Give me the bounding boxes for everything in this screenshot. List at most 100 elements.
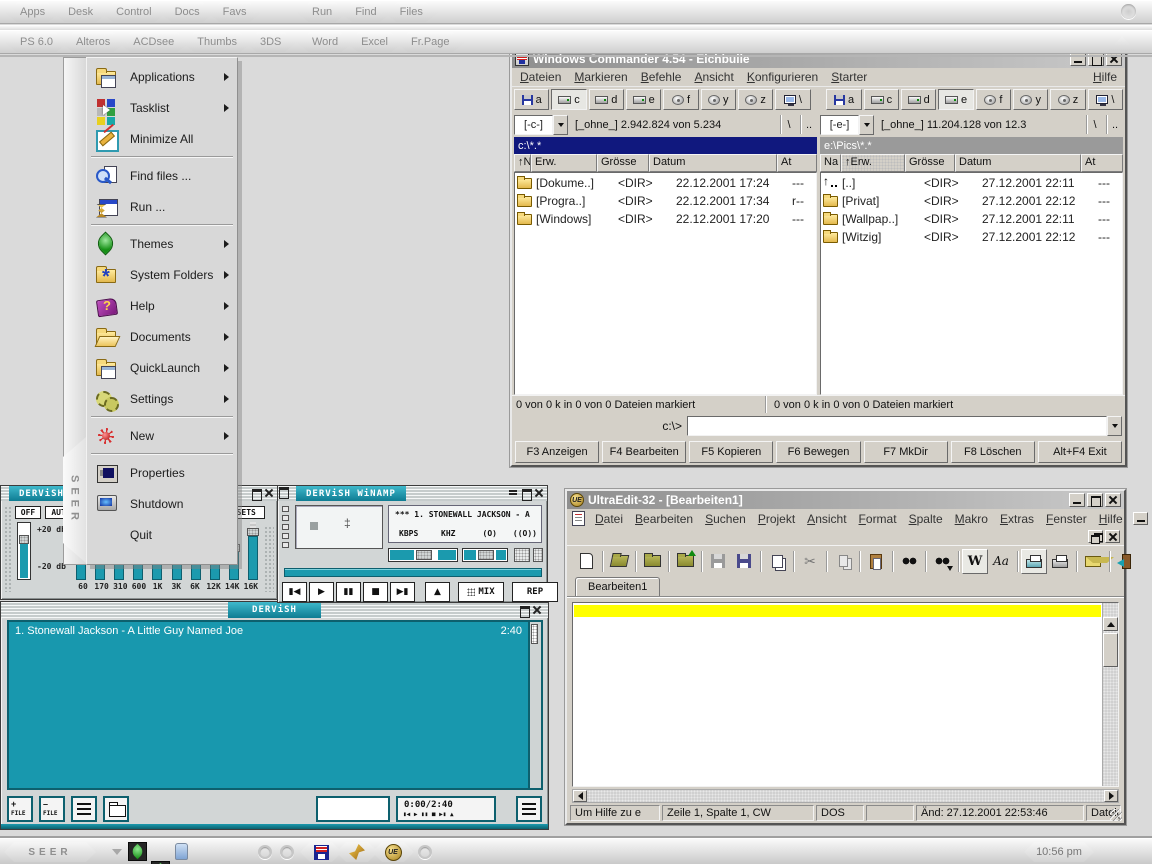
menu-spalte[interactable]: Spalte [907,511,945,527]
tray-glass-icon[interactable] [175,843,188,860]
left-file-list[interactable]: [Dokume..] <DIR> 22.12.2001 17:24 --- [P… [514,172,817,395]
playlist-scrollbar[interactable] [530,620,543,790]
new-file-button[interactable] [573,549,599,574]
start-menu-handle[interactable]: SEER [63,437,86,563]
drive-button-y-right[interactable]: y [1013,89,1048,110]
taskbar-clock[interactable]: 10:56 pm [1024,842,1094,862]
left-root-button[interactable]: \ [780,115,797,134]
pause-button[interactable] [336,582,361,602]
maximize-button[interactable] [1087,493,1103,507]
menu-fenster[interactable]: Fenster [1044,511,1089,527]
menu-item-system-folders[interactable]: System Folders [87,259,237,290]
open-file-button[interactable] [606,549,632,574]
task-winamp[interactable] [336,842,378,862]
drive-button-net-left[interactable]: \ [775,89,810,110]
left-path-bar[interactable]: c:\*.* [514,137,817,154]
horizontal-scrollbar[interactable] [572,789,1119,803]
left-drive-combo[interactable]: [-c-] [514,115,568,135]
right-file-list[interactable]: [..] <DIR> 27.12.2001 22:11 --- [Privat]… [820,172,1123,395]
slider-thumb[interactable] [19,535,29,544]
clutterbar[interactable] [282,506,292,552]
favorites-button[interactable] [672,549,698,574]
close-icon[interactable] [534,488,544,498]
menu-item-tasklist[interactable]: Tasklist [87,92,237,123]
drive-button-d-right[interactable]: d [901,89,936,110]
file-row[interactable]: [Windows] <DIR> 22.12.2001 17:20 --- [517,210,814,228]
menu-format[interactable]: Format [857,511,899,527]
column-header-size[interactable]: Grösse [905,154,955,172]
menu-befehle[interactable]: Befehle [639,69,684,85]
f8-loeschen-button[interactable]: F8 Löschen [951,441,1035,463]
menu-item-new[interactable]: New [87,420,237,451]
remove-file-button[interactable]: –FILE [39,796,65,822]
toolbar-tab-frpage[interactable]: Fr.Page [395,32,466,52]
file-row[interactable]: [Dokume..] <DIR> 22.12.2001 17:24 --- [517,174,814,192]
menu-markieren[interactable]: Markieren [572,69,629,85]
slider-thumb[interactable] [478,550,494,560]
scrollbar-thumb[interactable] [1103,633,1118,667]
load-list-button[interactable] [103,796,129,822]
menu-ansicht[interactable]: Ansicht [805,511,848,527]
menu-item-documents[interactable]: Documents [87,321,237,352]
drive-button-e-right[interactable]: e [938,89,973,110]
close-file-button[interactable] [639,549,665,574]
playlist-toggle-button[interactable] [533,548,543,562]
drive-button-c-right[interactable]: c [864,89,899,110]
eject-button[interactable] [425,582,450,602]
drive-button-c-left[interactable]: c [551,89,586,110]
volume-slider[interactable] [388,548,458,562]
menu-item-help[interactable]: Help [87,290,237,321]
drive-button-f-right[interactable]: f [976,89,1011,110]
menu-dateien[interactable]: Dateien [518,69,563,85]
add-file-button[interactable]: +FILE [7,796,33,822]
file-row[interactable]: [Privat] <DIR> 27.12.2001 22:12 --- [823,192,1120,210]
right-path-bar[interactable]: e:\Pics\*.* [820,137,1123,154]
word-wrap-button[interactable]: W [962,549,988,574]
eq-off-button[interactable]: OFF [15,506,41,519]
system-menu-icon[interactable] [282,489,292,499]
drive-button-d-left[interactable]: d [589,89,624,110]
menu-konfigurieren[interactable]: Konfigurieren [745,69,820,85]
menu-item-properties[interactable]: Properties [87,457,237,488]
preamp-slider[interactable] [17,522,31,580]
scroll-left-icon[interactable] [573,790,587,802]
drive-button-z-left[interactable]: z [738,89,773,110]
column-header-ext[interactable]: Erw. [531,154,597,172]
menu-extras[interactable]: Extras [998,511,1036,527]
litestep-leaf-icon[interactable] [128,842,147,861]
taskbar-chevron-icon[interactable] [112,842,122,855]
altf4-exit-button[interactable]: Alt+F4 Exit [1038,441,1122,463]
winamp-titlebar[interactable]: DERViSH WiNAMP [278,486,547,501]
scroll-up-icon[interactable] [1103,617,1118,631]
drive-button-a-right[interactable]: a [826,89,861,110]
right-drive-combo[interactable]: [-e-] [820,115,874,135]
editor-area[interactable] [572,602,1119,787]
selection-list-button[interactable] [71,796,97,822]
mdi-restore-button[interactable] [1088,530,1103,543]
menu-item-settings[interactable]: Settings [87,383,237,414]
f7-mkdir-button[interactable]: F7 MkDir [864,441,948,463]
file-row[interactable]: [Progra..] <DIR> 22.12.2001 17:34 r-- [517,192,814,210]
playlist-titlebar[interactable]: DERViSH [1,602,548,618]
paste-button[interactable] [863,549,889,574]
close-icon[interactable] [264,488,274,498]
column-header-attr[interactable]: At [777,154,817,172]
save-all-button[interactable] [764,549,790,574]
toolbar-tab-alteros[interactable]: Alteros [60,32,126,52]
shuffle-button[interactable]: MIX [458,582,504,602]
drive-button-a-left[interactable]: a [514,89,549,110]
close-icon[interactable] [532,605,542,615]
menu-item-shutdown[interactable]: Shutdown [87,488,237,519]
track-title-marquee[interactable]: *** 1. STONEWALL JACKSON - A [395,510,530,519]
equalizer-toggle-button[interactable] [514,548,530,562]
menu-item-find-files[interactable]: Find files ... [87,160,237,191]
menu-item-run[interactable]: Run ... [87,191,237,222]
mdi-minimize-button[interactable] [1133,512,1148,525]
eq-band-slider[interactable] [247,522,259,580]
play-button[interactable] [309,582,334,602]
save-as-button[interactable] [731,549,757,574]
column-header-size[interactable]: Grösse [597,154,649,172]
menu-datei[interactable]: Datei [593,511,625,527]
scroll-right-icon[interactable] [1104,790,1118,802]
menu-ansicht[interactable]: Ansicht [692,69,735,85]
